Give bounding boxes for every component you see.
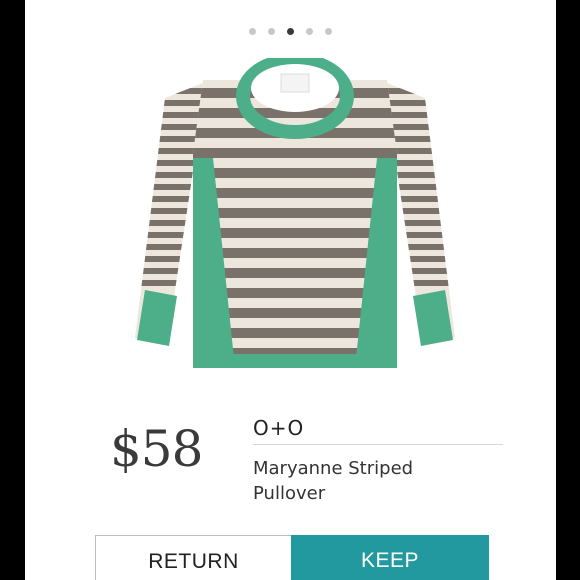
product-name: Maryanne Striped Pullover <box>253 458 414 504</box>
brand-name: O+O <box>253 416 305 440</box>
carousel-dot[interactable] <box>249 28 256 35</box>
carousel-dot[interactable] <box>306 28 313 35</box>
carousel-dot[interactable] <box>325 28 332 35</box>
product-card: $58 O+O Maryanne Striped Pullover RETURN… <box>25 0 556 580</box>
divider <box>253 444 503 445</box>
return-button[interactable]: RETURN <box>95 535 291 580</box>
carousel-dot[interactable] <box>268 28 275 35</box>
carousel-dot-active[interactable] <box>287 28 294 35</box>
price: $58 <box>110 420 203 478</box>
keep-button[interactable]: KEEP <box>291 535 489 580</box>
carousel-dots <box>25 28 556 35</box>
product-image[interactable] <box>125 58 465 383</box>
